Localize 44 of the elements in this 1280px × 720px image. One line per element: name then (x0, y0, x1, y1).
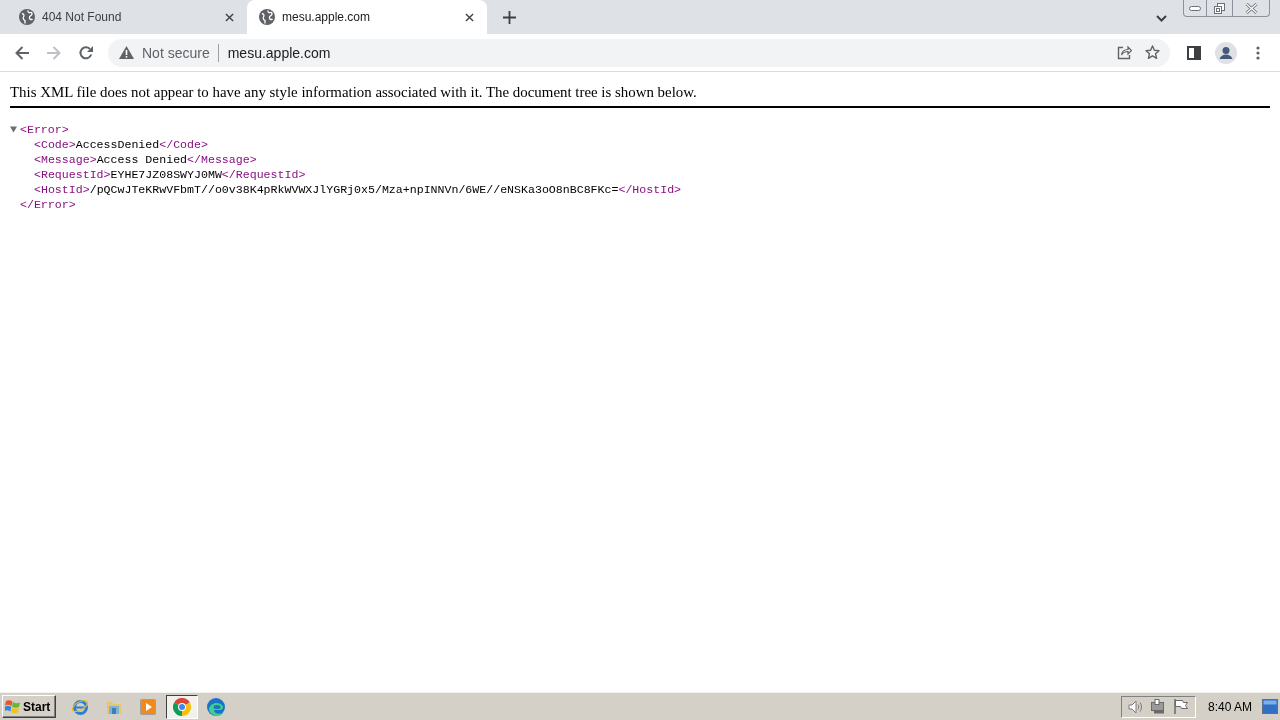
close-icon (464, 12, 474, 22)
avatar-icon (1215, 41, 1237, 64)
flag-logo-icon (5, 699, 21, 714)
chevron-down-icon (1155, 14, 1167, 22)
xml-line: <HostId>/pQCwJTeKRwVFbmT//o0v38K4pRkWVWXJlYGRj0x5/Mza+npINNVn/6WE//eNSKa3oO8nBC8FKc=</HostId> (34, 182, 682, 197)
close-icon (224, 12, 234, 22)
address-bar[interactable]: Not secure mesu.apple.com (108, 38, 1170, 67)
reload-icon (78, 44, 94, 61)
tricolor-ring-logo-icon (173, 697, 191, 716)
clock[interactable]: 8:40 AM (1207, 699, 1252, 714)
browser-tab[interactable]: 404 Not Found (7, 0, 247, 34)
restore-icon (1214, 2, 1225, 14)
xml-style-notice: This XML file does not appear to have any style information associated with it. The document tree is shown below. (10, 84, 697, 100)
star-icon (1144, 45, 1160, 60)
restore-button[interactable] (1207, 0, 1233, 17)
swirl-logo-icon (207, 697, 225, 716)
xml-line: <RequestId>EYHE7JZ08SWYJ0MW</RequestId> (34, 167, 306, 182)
close-icon (1244, 2, 1258, 14)
start-button[interactable]: Start (2, 695, 56, 718)
flag-icon[interactable] (1174, 699, 1189, 714)
plus-icon (502, 10, 516, 24)
ring-orbit-logo-icon (71, 697, 89, 716)
xml-line: <Error> (20, 122, 69, 137)
side-panel-icon (1187, 45, 1201, 60)
speaker-icon[interactable] (1128, 699, 1145, 714)
menu-icon (1256, 45, 1260, 60)
xml-line: </Error> (20, 197, 76, 212)
back-arrow-icon (14, 44, 30, 61)
forward-arrow-icon (46, 44, 62, 61)
expand-triangle-icon[interactable] (10, 126, 17, 133)
security-label[interactable]: Not secure (142, 44, 210, 61)
close-window-button[interactable] (1233, 0, 1270, 17)
play-icon (140, 698, 156, 715)
minimize-icon (1189, 5, 1201, 11)
taskbar-app-button[interactable] (166, 694, 198, 719)
browser-tab[interactable]: mesu.apple.com (247, 0, 487, 34)
globe-icon (259, 9, 275, 25)
share-icon (1116, 45, 1132, 60)
xml-line: <Code>AccessDenied</Code> (34, 137, 208, 152)
globe-icon (19, 9, 35, 25)
url-text[interactable]: mesu.apple.com (227, 44, 1110, 61)
xml-line: <Message>Access Denied</Message> (34, 152, 257, 167)
minimize-button[interactable] (1183, 0, 1207, 17)
warning-icon (119, 46, 134, 59)
